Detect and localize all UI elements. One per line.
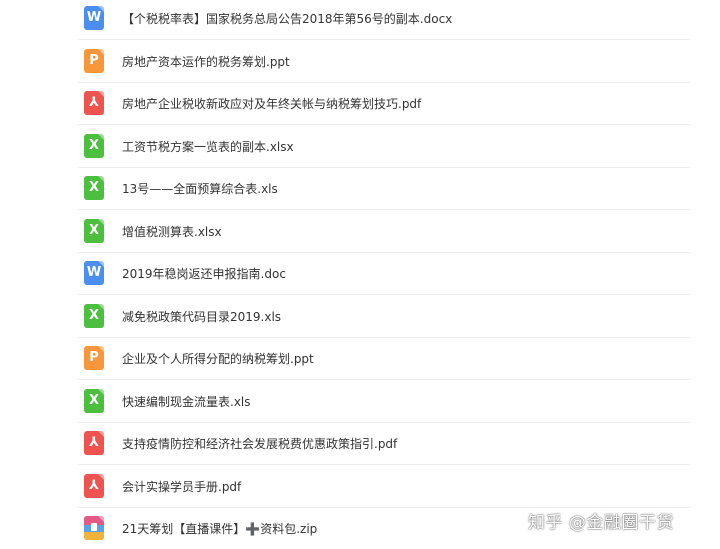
excel-file-icon: X (84, 176, 104, 200)
word-file-icon: W (84, 6, 104, 30)
file-name: 减免税政策代码目录2019.xls (122, 309, 282, 324)
excel-file-icon: X (84, 304, 104, 328)
pdf-file-icon: ⅄ (84, 431, 104, 455)
file-item[interactable]: P 房地产资本运作的税务筹划.ppt (78, 40, 690, 83)
file-item[interactable]: P 企业及个人所得分配的纳税筹划.ppt (78, 337, 690, 380)
ppt-file-icon: P (84, 49, 104, 73)
file-name: 13号——全面预算综合表.xls (122, 181, 278, 196)
file-item[interactable]: W 【个税税率表】国家税务总局公告2018年第56号的副本.docx (78, 0, 690, 40)
excel-file-icon: X (84, 134, 104, 158)
file-name: 会计实操学员手册.pdf (122, 479, 242, 494)
file-name: 快速编制现金流量表.xls (122, 394, 251, 409)
word-file-icon: W (84, 261, 104, 285)
file-name: 2019年稳岗返还申报指南.doc (122, 266, 286, 281)
file-name: 【个税税率表】国家税务总局公告2018年第56号的副本.docx (122, 11, 453, 26)
pdf-file-icon: ⅄ (84, 474, 104, 498)
file-item[interactable]: W 2019年稳岗返还申报指南.doc (78, 252, 690, 295)
file-item[interactable]: ⅄ 会计实操学员手册.pdf (78, 465, 690, 508)
file-item[interactable]: X 增值税测算表.xlsx (78, 210, 690, 253)
file-item[interactable]: ⅄ 支持疫情防控和经济社会发展税费优惠政策指引.pdf (78, 422, 690, 465)
file-item[interactable]: X 工资节税方案一览表的副本.xlsx (78, 125, 690, 168)
file-name: 房地产企业税收新政应对及年终关帐与纳税筹划技巧.pdf (122, 96, 422, 111)
file-name: 工资节税方案一览表的副本.xlsx (122, 139, 294, 154)
zip-archive-icon (84, 516, 104, 540)
file-name: 房地产资本运作的税务筹划.ppt (122, 54, 290, 69)
file-item[interactable]: ⅄ 房地产企业税收新政应对及年终关帐与纳税筹划技巧.pdf (78, 82, 690, 125)
file-name: 企业及个人所得分配的纳税筹划.ppt (122, 351, 314, 366)
file-name: 支持疫情防控和经济社会发展税费优惠政策指引.pdf (122, 436, 398, 451)
ppt-file-icon: P (84, 346, 104, 370)
file-name: 增值税测算表.xlsx (122, 224, 222, 239)
pdf-file-icon: ⅄ (84, 91, 104, 115)
watermark: 知乎 @金融圈干货 (528, 513, 674, 533)
file-item[interactable]: X 13号——全面预算综合表.xls (78, 167, 690, 210)
excel-file-icon: X (84, 389, 104, 413)
file-item[interactable]: X 快速编制现金流量表.xls (78, 380, 690, 423)
file-name: 21天筹划【直播课件】➕资料包.zip (122, 521, 318, 536)
file-item[interactable]: X 减免税政策代码目录2019.xls (78, 295, 690, 338)
excel-file-icon: X (84, 219, 104, 243)
